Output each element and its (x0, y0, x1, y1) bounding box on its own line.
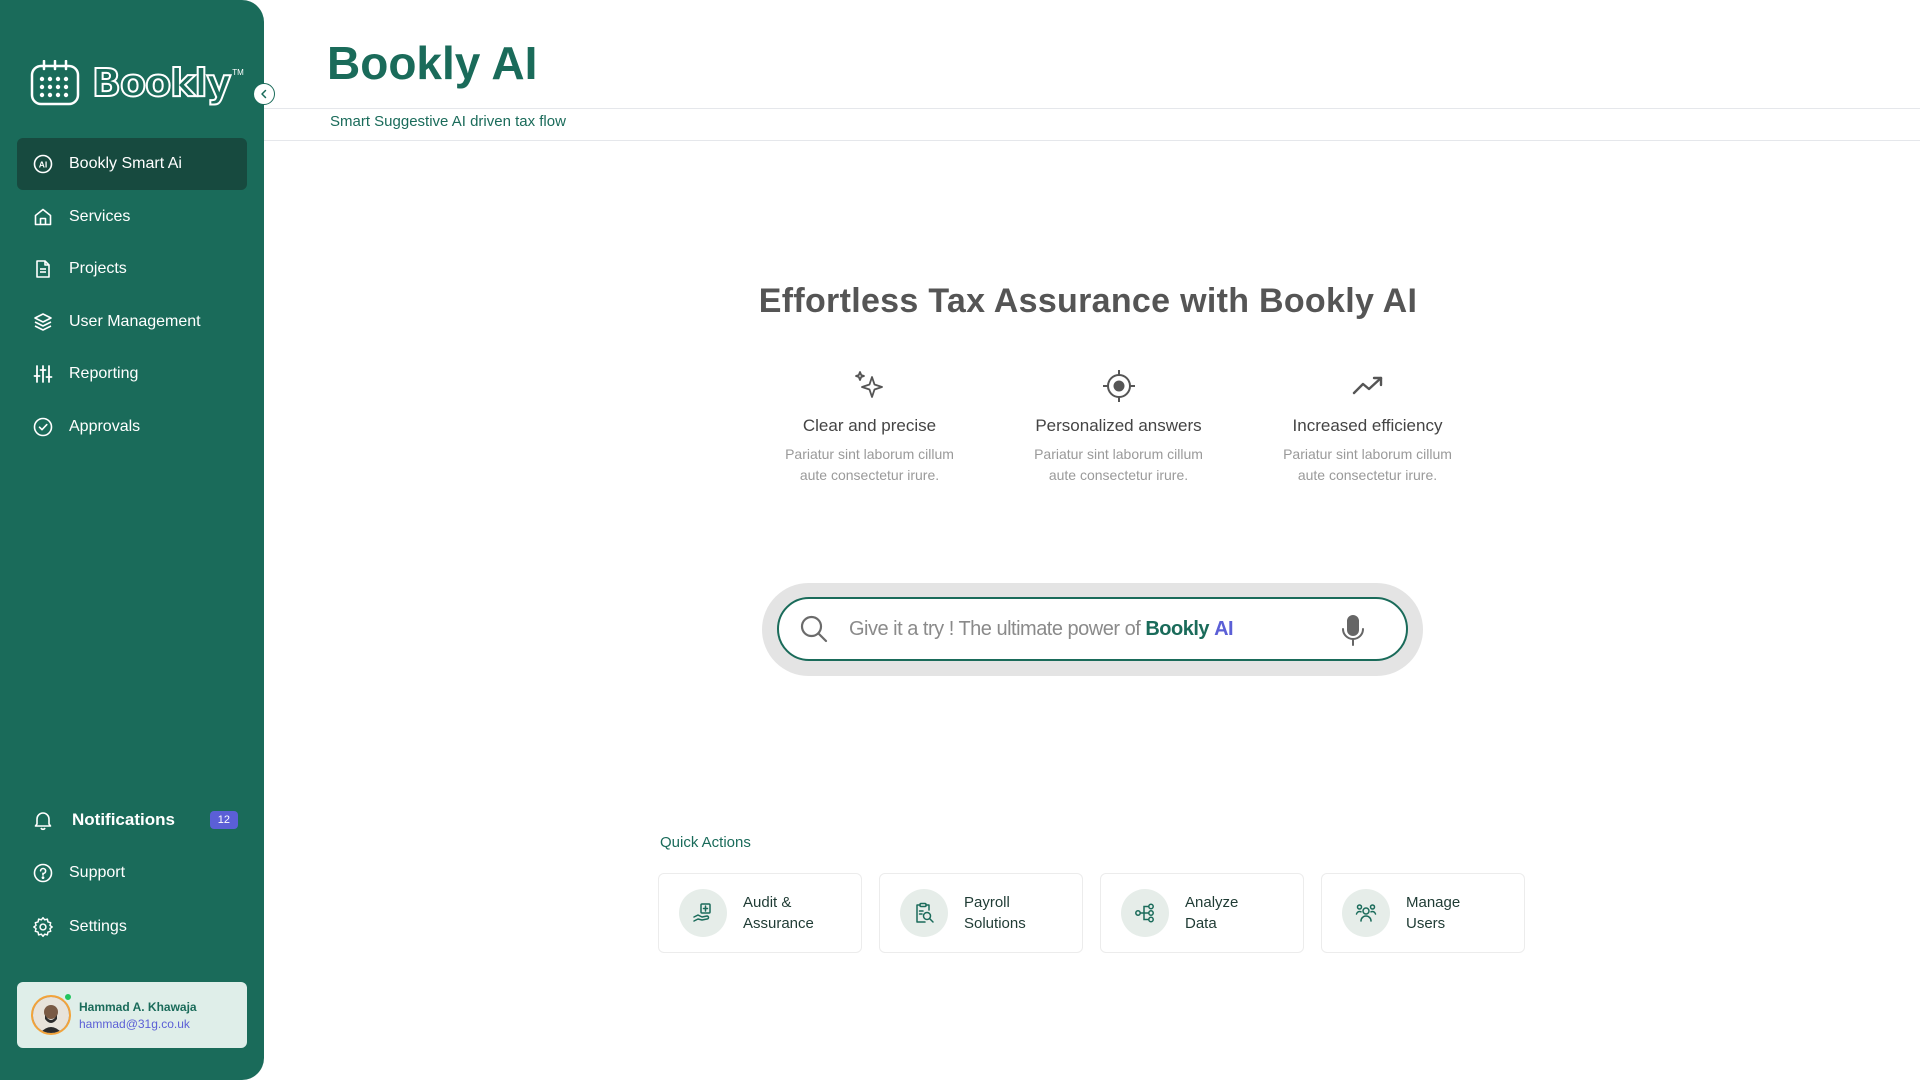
chevron-left-icon (261, 89, 267, 99)
svg-text:AI: AI (39, 160, 48, 170)
quick-action-label: Analyze Data (1185, 892, 1275, 934)
search-icon (800, 615, 828, 643)
users-icon (1342, 889, 1390, 937)
quick-action-manage-users[interactable]: Manage Users (1321, 873, 1525, 953)
quick-actions-row: Audit & Assurance Payroll Solutions Anal… (658, 873, 1525, 953)
search-brand-bookly: Bookly (1145, 617, 1210, 640)
microphone-icon (1342, 615, 1364, 646)
quick-action-label-line: Manage (1406, 894, 1461, 911)
page-subtitle: Smart Suggestive AI driven tax flow (330, 113, 566, 130)
sidebar-item-label: Projects (69, 260, 127, 278)
sidebar-collapse-button[interactable] (253, 83, 275, 105)
bottom-nav: Notifications 12 Support Settings (17, 793, 247, 954)
page-title: Bookly AI (327, 37, 538, 89)
ai-icon: AI (32, 153, 54, 175)
sidebar-item-bookly-smart-ai[interactable]: AI Bookly Smart Ai (17, 138, 247, 190)
bell-icon (32, 809, 54, 831)
help-circle-icon (32, 862, 54, 884)
target-icon (994, 366, 1243, 406)
user-profile-card[interactable]: Hammad A. Khawaja hammad@31g.co.uk (17, 982, 247, 1048)
sidebar-item-label: Approvals (69, 417, 141, 435)
sidebar-item-label: Settings (69, 917, 127, 935)
feature-description: Pariatur sint laborum cillum aute consec… (994, 444, 1243, 486)
header-divider-bottom (264, 140, 1920, 141)
feature-desc-line: Pariatur sint laborum cillum (1283, 446, 1452, 462)
quick-action-label: Manage Users (1406, 892, 1496, 934)
feature-desc-line: Pariatur sint laborum cillum (1034, 446, 1203, 462)
sidebar-item-reporting[interactable]: Reporting (17, 348, 247, 400)
sidebar-item-approvals[interactable]: Approvals (17, 401, 247, 453)
search-placeholder: Give it a try ! The ultimate power of Bo… (849, 617, 1234, 641)
audit-icon (679, 889, 727, 937)
microphone-button[interactable] (1340, 614, 1366, 653)
quick-action-label: Payroll Solutions (964, 892, 1054, 934)
feature-desc-line: aute consectetur irure. (799, 467, 940, 483)
sidebar-item-label: Support (69, 864, 126, 882)
feature-title: Increased efficiency (1292, 416, 1443, 435)
trending-up-icon (1243, 366, 1492, 406)
feature-description: Pariatur sint laborum cillum aute consec… (745, 444, 994, 486)
feature-desc-line: Pariatur sint laborum cillum (785, 446, 954, 462)
feature-title: Clear and precise (802, 416, 937, 435)
sliders-icon (32, 363, 54, 385)
search-brand-ai: AI (1214, 617, 1234, 640)
logo-trademark: TM (232, 68, 244, 77)
feature-list: Clear and precise Pariatur sint laborum … (745, 366, 1492, 486)
sparkle-icon (745, 366, 994, 406)
quick-action-label-line: Payroll (964, 894, 1010, 911)
quick-action-label-line: Solutions (964, 915, 1026, 932)
logo[interactable]: Bookly TM (30, 60, 244, 106)
payroll-icon (900, 889, 948, 937)
quick-action-label-line: Assurance (743, 915, 814, 932)
sidebar-item-label: Services (69, 207, 131, 225)
quick-action-label-line: Analyze (1185, 894, 1239, 911)
app: Bookly TM AI Bookly Smart Ai Services Pr… (0, 0, 1920, 1080)
check-circle-icon (32, 416, 54, 438)
quick-action-analyze-data[interactable]: Analyze Data (1100, 873, 1304, 953)
sidebar-item-label: Reporting (69, 365, 139, 383)
logo-text: Bookly (91, 60, 232, 106)
user-name: Hammad A. Khawaja (79, 999, 197, 1014)
notifications-count-badge: 12 (209, 810, 238, 829)
quick-action-label: Audit & Assurance (743, 892, 833, 934)
notifications-label: Notifications (72, 809, 175, 829)
gear-icon (32, 916, 54, 938)
analyze-icon (1121, 889, 1169, 937)
search-placeholder-prefix: Give it a try ! The ultimate power of (849, 617, 1141, 640)
online-status-indicator (63, 992, 73, 1002)
sidebar-item-notifications[interactable]: Notifications 12 (17, 793, 247, 846)
quick-action-label-line: Audit & (743, 894, 792, 911)
document-icon (32, 258, 54, 280)
sidebar-item-services[interactable]: Services (17, 191, 247, 243)
quick-action-audit-assurance[interactable]: Audit & Assurance (658, 873, 862, 953)
quick-action-label-line: Data (1185, 915, 1217, 932)
user-email: hammad@31g.co.uk (79, 1016, 190, 1031)
search-container: Give it a try ! The ultimate power of Bo… (762, 583, 1423, 676)
sidebar-item-label: Bookly Smart Ai (69, 155, 182, 172)
hero-title: Effortless Tax Assurance with Bookly AI (758, 282, 1418, 320)
search-input[interactable]: Give it a try ! The ultimate power of Bo… (777, 597, 1408, 661)
feature-description: Pariatur sint laborum cillum aute consec… (1243, 444, 1492, 486)
quick-action-label-line: Users (1406, 915, 1446, 932)
sidebar: Bookly TM AI Bookly Smart Ai Services Pr… (0, 0, 264, 1080)
feature-item: Personalized answers Pariatur sint labor… (994, 366, 1243, 486)
header-divider-top (264, 108, 1920, 109)
feature-item: Increased efficiency Pariatur sint labor… (1243, 366, 1492, 486)
feature-title: Personalized answers (1035, 416, 1202, 435)
feature-desc-line: aute consectetur irure. (1048, 467, 1189, 483)
calendar-logo-icon (30, 60, 80, 106)
feature-item: Clear and precise Pariatur sint laborum … (745, 366, 994, 486)
feature-desc-line: aute consectetur irure. (1297, 467, 1438, 483)
sidebar-item-support[interactable]: Support (17, 847, 247, 900)
quick-actions-label: Quick Actions (660, 834, 751, 851)
quick-action-payroll-solutions[interactable]: Payroll Solutions (879, 873, 1083, 953)
user-info: Hammad A. Khawaja hammad@31g.co.uk (79, 1000, 197, 1031)
sidebar-item-settings[interactable]: Settings (17, 900, 247, 953)
home-icon (32, 206, 54, 228)
